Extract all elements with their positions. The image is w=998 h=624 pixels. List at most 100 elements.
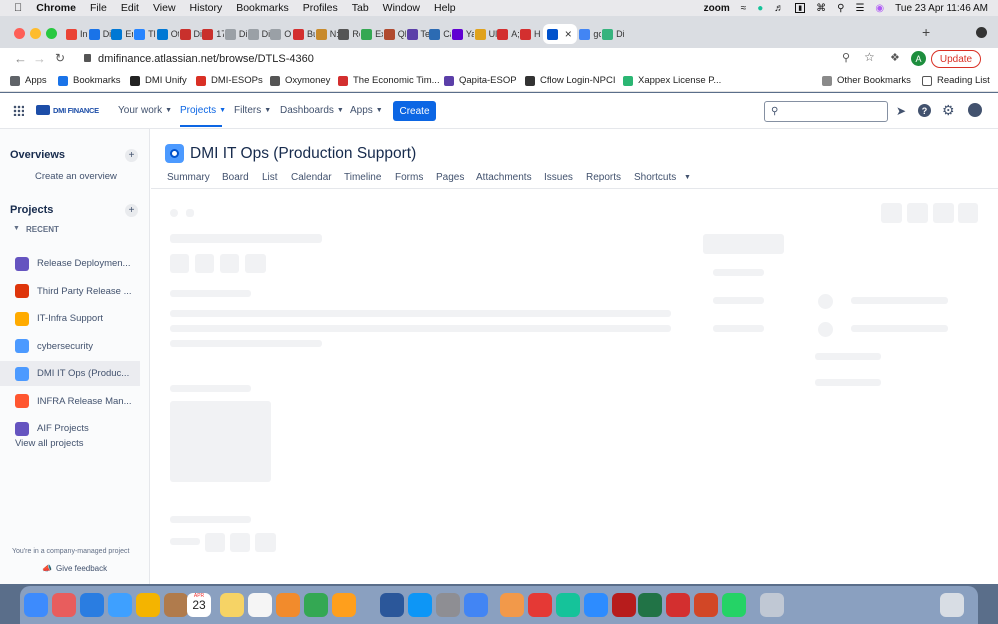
browser-tab[interactable]: In <box>66 24 88 44</box>
browser-tab[interactable]: Di <box>602 24 624 44</box>
browser-tab[interactable]: Di <box>224 24 247 44</box>
tab-list[interactable]: List <box>262 172 278 183</box>
forward-icon[interactable]: → <box>33 51 46 66</box>
menu-bookmarks[interactable]: Bookmarks <box>236 2 289 14</box>
dock-settings-icon[interactable] <box>436 593 460 617</box>
dock-keynote-icon[interactable] <box>276 593 300 617</box>
menu-profiles[interactable]: Profiles <box>303 2 338 14</box>
dock-mail-icon[interactable] <box>108 593 132 617</box>
wave-icon[interactable]: ≈ <box>741 3 747 14</box>
control-center-icon[interactable]: ☰ <box>855 3 864 14</box>
dock-anydesk-icon[interactable] <box>528 593 552 617</box>
dock-appstore-icon[interactable] <box>408 593 432 617</box>
dock-reminders-icon[interactable] <box>248 593 272 617</box>
browser-tab[interactable]: Tl <box>134 24 156 44</box>
back-icon[interactable]: ← <box>14 51 27 66</box>
browser-tab[interactable]: Di <box>88 24 111 44</box>
bookmark-item[interactable]: Oxymoney <box>270 75 330 86</box>
nav-your-work[interactable]: Your work ▼ <box>118 105 172 116</box>
dock-calendar-app[interactable]: APR 23 <box>187 593 211 617</box>
browser-tab[interactable]: O: <box>270 24 292 44</box>
create-overview-link[interactable]: Create an overview <box>35 171 117 182</box>
browser-tab[interactable]: Di <box>179 24 202 44</box>
dock-trash-icon[interactable] <box>940 593 964 617</box>
bookmark-item[interactable]: DMI-ESOPs <box>196 75 263 86</box>
update-button[interactable]: Update <box>931 50 981 68</box>
tab-pages[interactable]: Pages <box>436 172 464 183</box>
url-field[interactable]: dmifinance.atlassian.net/browse/DTLS-436… <box>82 49 882 69</box>
bookmark-item[interactable]: Qapita-ESOP <box>444 75 517 86</box>
reading-list[interactable]: Reading List <box>922 75 990 86</box>
dock-pages-icon[interactable] <box>332 593 356 617</box>
tab-timeline[interactable]: Timeline <box>344 172 381 183</box>
menubar-clock[interactable]: Tue 23 Apr 11:46 AM <box>895 3 988 14</box>
bookmark-item[interactable]: Cflow Login-NPCI <box>525 75 616 86</box>
browser-tab[interactable]: Ex <box>361 24 383 44</box>
spotlight-icon[interactable]: ⚲ <box>837 3 844 14</box>
tab-summary[interactable]: Summary <box>167 172 210 183</box>
dock-filezilla-icon[interactable] <box>612 593 636 617</box>
help-icon[interactable]: ? <box>918 104 931 117</box>
dock-contacts-icon[interactable] <box>164 593 188 617</box>
dock-vpn-icon[interactable] <box>500 593 524 617</box>
browser-tab[interactable]: N: <box>315 24 338 44</box>
dock-whatsapp-icon[interactable] <box>722 593 746 617</box>
fullscreen-window-button[interactable] <box>46 28 57 39</box>
browser-tab[interactable]: 17 <box>202 24 224 44</box>
dock-grammarly-icon[interactable] <box>556 593 580 617</box>
reload-icon[interactable]: ↻ <box>55 51 65 65</box>
dock-word-icon[interactable] <box>380 593 404 617</box>
sidebar-project-item[interactable]: Release Deploymen... <box>0 251 140 276</box>
dock-zoom-icon[interactable] <box>584 593 608 617</box>
sidebar-project-item[interactable]: INFRA Release Man... <box>0 389 140 414</box>
dock-files-icon[interactable] <box>760 593 784 617</box>
menu-window[interactable]: Window <box>383 2 420 14</box>
browser-tab[interactable]: Er <box>111 24 133 44</box>
sidebar-project-item[interactable]: DMI IT Ops (Produc... <box>0 361 140 386</box>
browser-tab[interactable]: Ot <box>156 24 179 44</box>
bookmark-star-icon[interactable]: ☆ <box>864 50 875 64</box>
project-avatar-icon[interactable] <box>165 144 184 163</box>
dock-chrome-icon[interactable] <box>464 593 488 617</box>
nav-projects[interactable]: Projects ▼ <box>180 105 226 127</box>
browser-tab[interactable]: A; <box>497 24 519 44</box>
close-window-button[interactable] <box>14 28 25 39</box>
grammarly-icon[interactable]: ● <box>757 3 763 14</box>
profile-avatar[interactable]: A <box>911 51 926 66</box>
dock-excel-icon[interactable] <box>638 593 662 617</box>
dock-numbers-icon[interactable] <box>304 593 328 617</box>
browser-tab[interactable]: Ul <box>474 24 497 44</box>
tab-board[interactable]: Board <box>222 172 249 183</box>
notifications-icon[interactable]: ➤ <box>896 104 906 118</box>
browser-tab[interactable]: H <box>520 24 542 44</box>
view-all-projects-link[interactable]: View all projects <box>15 438 83 449</box>
bookmark-item[interactable]: Apps <box>10 75 47 86</box>
bookmark-item[interactable]: Bookmarks <box>58 75 121 86</box>
browser-tab[interactable]: Te <box>406 24 429 44</box>
zoom-status-label[interactable]: zoom <box>704 3 730 14</box>
zoom-magnifier-icon[interactable]: ⚲ <box>842 51 850 64</box>
sidebar-project-item[interactable]: IT-Infra Support <box>0 306 140 331</box>
bookmark-item[interactable]: The Economic Tim... <box>338 75 440 86</box>
other-bookmarks[interactable]: Other Bookmarks <box>822 75 911 86</box>
search-input[interactable]: ⚲ <box>764 101 888 122</box>
menu-edit[interactable]: Edit <box>121 2 139 14</box>
chevron-down-icon[interactable]: ▼ <box>684 174 691 181</box>
dock-launchpad-icon[interactable] <box>52 593 76 617</box>
extensions-icon[interactable]: ❖ <box>890 51 900 64</box>
tab-shortcuts[interactable]: Shortcuts <box>634 172 676 183</box>
browser-tab[interactable]: Ql <box>383 24 406 44</box>
tab-issues[interactable]: Issues <box>544 172 573 183</box>
browser-tab[interactable]: gc <box>579 24 601 44</box>
browser-tab[interactable]: Rc <box>338 24 360 44</box>
app-switcher-icon[interactable] <box>13 105 24 116</box>
tab-attachments[interactable]: Attachments <box>476 172 532 183</box>
tab-calendar[interactable]: Calendar <box>291 172 332 183</box>
bookmark-item[interactable]: DMI Unify <box>130 75 187 86</box>
wifi-icon[interactable]: ⌘ <box>816 3 826 14</box>
dock-finder-icon[interactable] <box>24 593 48 617</box>
close-tab-icon[interactable]: × <box>565 27 572 41</box>
battery-icon[interactable]: ▮ <box>795 3 806 13</box>
sidebar-project-item[interactable]: cybersecurity <box>0 334 140 359</box>
user-avatar-icon[interactable] <box>968 103 982 117</box>
